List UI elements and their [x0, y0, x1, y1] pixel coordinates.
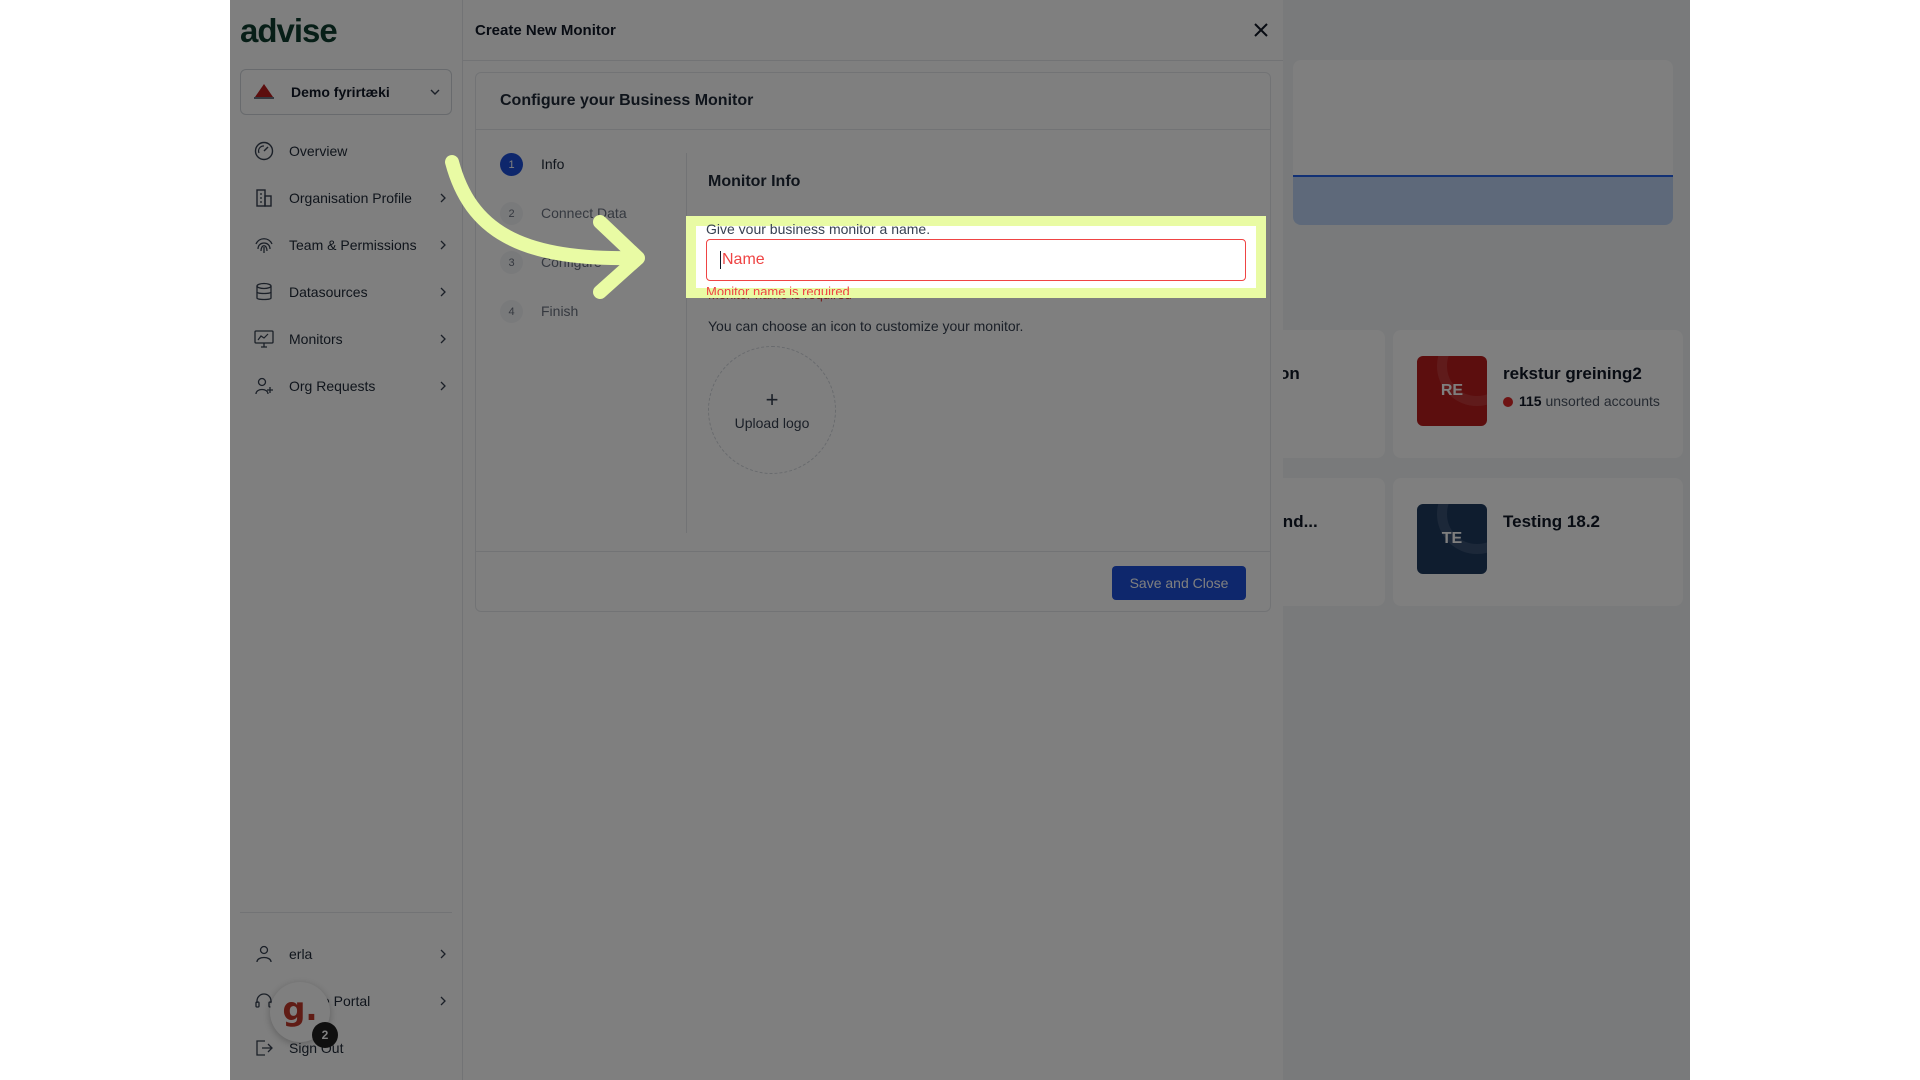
step-label: Info — [541, 156, 565, 172]
steps-divider — [686, 153, 687, 533]
status-dot — [1503, 397, 1513, 408]
sidebar-item-monitors[interactable]: Monitors — [240, 315, 452, 362]
monitor-avatar: RE — [1417, 356, 1487, 426]
step-number: 4 — [500, 300, 523, 323]
text-caret — [720, 251, 721, 269]
monitor-card-title: Testing 18.2 — [1503, 512, 1600, 531]
user-plus-icon — [255, 377, 273, 394]
building-icon — [256, 188, 272, 207]
tutorial-highlight: Give your business monitor a name. Name … — [686, 216, 1266, 298]
user-icon — [256, 945, 272, 962]
sidebar: advise Demo fyrirtæki Overview Organisat… — [230, 0, 463, 1080]
sidebar-item-label: Org Requests — [289, 377, 376, 394]
step-number: 1 — [500, 153, 523, 176]
sidebar-item-team-permissions[interactable]: Team & Permissions — [240, 221, 452, 268]
configure-card-title: Configure your Business Monitor — [500, 92, 754, 109]
step-label: Finish — [541, 303, 579, 319]
fingerprint-icon — [255, 237, 273, 253]
app-logo: advise — [240, 12, 338, 49]
monitor-avatar: TE — [1417, 504, 1487, 574]
monitor-card-sub: 115 unsorted accounts — [1503, 390, 1663, 412]
drawer-title: Create New Monitor — [475, 22, 616, 39]
letterbox-right — [1690, 0, 1920, 1080]
support-chat-badge[interactable]: g. 2 — [270, 982, 338, 1048]
org-name: Demo fyrirtæki — [291, 84, 390, 100]
highlighted-name-hint: Give your business monitor a name. — [706, 222, 931, 234]
highlighted-name-field: Give your business monitor a name. Name … — [706, 222, 1246, 295]
step-info[interactable]: 1 Info — [500, 153, 680, 202]
highlighted-name-error: Monitor name is required — [706, 285, 850, 295]
drawer-header: Create New Monitor — [463, 0, 1283, 61]
chevron-down-icon — [430, 89, 440, 95]
sidebar-item-label: erla — [289, 945, 313, 962]
step-label: Configure — [541, 254, 602, 270]
card-footer-divider — [476, 551, 1270, 552]
monitor-icon — [254, 329, 274, 348]
sidebar-divider — [240, 912, 452, 913]
configure-card: Configure your Business Monitor 1 Info 2… — [475, 72, 1271, 612]
monitor-card[interactable]: RE rekstur greining2 115 unsorted accoun… — [1393, 330, 1683, 458]
name-placeholder: Name — [722, 251, 765, 268]
step-number: 3 — [500, 251, 523, 274]
icon-hint: You can choose an icon to customize your… — [708, 318, 1024, 334]
create-monitor-drawer: Create New Monitor Configure your Busine… — [463, 0, 1283, 1080]
sidebar-item-label: Organisation Profile — [289, 189, 412, 206]
sidebar-item-label: Overview — [289, 142, 348, 159]
chevron-right-icon — [440, 287, 446, 296]
chevron-right-icon — [440, 381, 446, 390]
chevron-right-icon — [440, 240, 446, 249]
step-number: 2 — [500, 202, 523, 225]
step-configure[interactable]: 3 Configure — [500, 251, 680, 300]
support-chat-logo: g. — [282, 990, 318, 1028]
save-and-close-button[interactable]: Save and Close — [1112, 566, 1246, 600]
dashboard-banner — [1293, 60, 1673, 225]
banner-progress-bar — [1293, 175, 1673, 225]
monitor-card-title: rekstur greining2 — [1503, 364, 1642, 383]
database-icon — [256, 282, 272, 300]
gauge-icon — [254, 141, 274, 160]
step-finish[interactable]: 4 Finish — [500, 300, 680, 349]
chevron-right-icon — [440, 193, 446, 202]
sidebar-item-datasources[interactable]: Datasources — [240, 268, 452, 315]
notification-count: 2 — [312, 1022, 338, 1048]
chevron-right-icon — [440, 949, 446, 958]
sidebar-item-label: Datasources — [289, 283, 368, 300]
org-selector[interactable]: Demo fyrirtæki — [240, 69, 452, 115]
sidebar-item-user[interactable]: erla — [240, 930, 452, 977]
chevron-right-icon — [440, 334, 446, 343]
sidebar-item-overview[interactable]: Overview — [240, 127, 452, 174]
wizard-steps: 1 Info 2 Connect Data 3 Configure 4 Fini… — [500, 153, 680, 349]
sidebar-item-organisation-profile[interactable]: Organisation Profile — [240, 174, 452, 221]
app-window: isation rted RE rekstur greining2 115 un… — [230, 0, 1690, 1080]
step-connect-data[interactable]: 2 Connect Data — [500, 202, 680, 251]
sidebar-item-org-requests[interactable]: Org Requests — [240, 362, 452, 409]
sidebar-item-sign-out[interactable]: Sign Out — [240, 1024, 452, 1071]
highlighted-name-input[interactable]: Name — [706, 239, 1246, 281]
upload-logo-button[interactable]: + Upload logo — [708, 346, 836, 474]
sidebar-item-label: Monitors — [289, 330, 343, 347]
chevron-right-icon — [440, 996, 446, 1005]
sign-out-icon — [256, 1039, 273, 1056]
upload-logo-label: Upload logo — [734, 415, 810, 431]
form-heading: Monitor Info — [708, 173, 801, 190]
close-icon[interactable] — [1251, 20, 1271, 40]
configure-card-header: Configure your Business Monitor — [476, 73, 1270, 130]
sidebar-nav: Overview Organisation Profile Team & Per… — [240, 127, 452, 409]
sidebar-item-label: Team & Permissions — [289, 236, 417, 253]
step-label: Connect Data — [541, 205, 627, 221]
org-logo-icon — [254, 84, 274, 99]
letterbox-left — [0, 0, 230, 1080]
plus-icon: + — [765, 387, 779, 412]
monitor-card[interactable]: TE Testing 18.2 — [1393, 478, 1683, 606]
